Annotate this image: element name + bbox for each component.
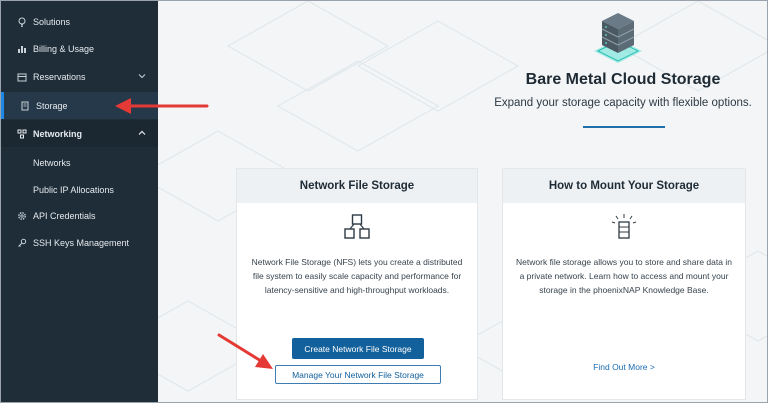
sidebar-item-label: Public IP Allocations bbox=[33, 184, 114, 195]
sidebar-item-label: API Credentials bbox=[33, 210, 96, 221]
gear-icon bbox=[17, 211, 27, 221]
calendar-icon bbox=[17, 72, 27, 82]
sidebar-item-networks[interactable]: Networks bbox=[1, 149, 158, 176]
nfs-card-description: Network File Storage (NFS) lets you crea… bbox=[251, 257, 463, 295]
sidebar-item-networking[interactable]: Networking bbox=[1, 120, 158, 147]
main-content: Bare Metal Cloud Storage Expand your sto… bbox=[158, 1, 767, 402]
create-nfs-button[interactable]: Create Network File Storage bbox=[292, 338, 424, 359]
mount-card-title: How to Mount Your Storage bbox=[503, 169, 745, 203]
network-icon bbox=[17, 129, 27, 139]
sidebar-item-label: Solutions bbox=[33, 16, 71, 27]
server-icon bbox=[611, 214, 637, 239]
storage-icon bbox=[20, 101, 30, 111]
chevron-up-icon[interactable] bbox=[138, 129, 146, 137]
mount-card: How to Mount Your Storage Network file s… bbox=[502, 168, 746, 400]
nfs-card-title: Network File Storage bbox=[237, 169, 477, 203]
bulb-icon bbox=[17, 17, 27, 27]
sidebar-item-label: Networks bbox=[33, 157, 71, 168]
title-divider bbox=[583, 126, 665, 128]
server-storage-icon bbox=[594, 13, 642, 63]
sidebar-item-public-ip-allocations[interactable]: Public IP Allocations bbox=[1, 176, 158, 203]
page-title: Bare Metal Cloud Storage bbox=[525, 71, 721, 88]
chevron-down-icon[interactable] bbox=[138, 72, 146, 80]
sidebar-item-solutions[interactable]: Solutions bbox=[1, 8, 158, 35]
sidebar-item-label: Networking bbox=[33, 128, 83, 139]
sidebar-item-storage[interactable]: Storage bbox=[1, 92, 158, 119]
active-indicator bbox=[1, 92, 4, 119]
sidebar-item-api-credentials[interactable]: API Credentials bbox=[1, 202, 158, 229]
bar-chart-icon bbox=[17, 44, 27, 54]
nfs-card: Network File Storage Network File Storag… bbox=[236, 168, 478, 400]
sidebar-item-billing[interactable]: Billing & Usage bbox=[1, 35, 158, 62]
sidebar-item-label: Storage bbox=[36, 100, 68, 111]
sidebar-item-label: Billing & Usage bbox=[33, 43, 95, 54]
key-icon bbox=[17, 238, 27, 248]
file-storage-icon bbox=[344, 214, 370, 239]
page-subtitle: Expand your storage capacity with flexib… bbox=[494, 97, 752, 109]
sidebar-item-ssh-keys[interactable]: SSH Keys Management bbox=[1, 229, 158, 256]
sidebar: Solutions Billing & Usage Reservations S… bbox=[1, 1, 158, 402]
find-out-more-link[interactable]: Find Out More > bbox=[503, 362, 745, 372]
mount-card-description: Network file storage allows you to store… bbox=[516, 257, 732, 295]
manage-nfs-button[interactable]: Manage Your Network File Storage bbox=[275, 365, 441, 384]
app-window: Solutions Billing & Usage Reservations S… bbox=[0, 0, 768, 403]
sidebar-item-reservations[interactable]: Reservations bbox=[1, 63, 158, 90]
sidebar-item-label: Reservations bbox=[33, 71, 86, 82]
sidebar-item-label: SSH Keys Management bbox=[33, 237, 130, 248]
